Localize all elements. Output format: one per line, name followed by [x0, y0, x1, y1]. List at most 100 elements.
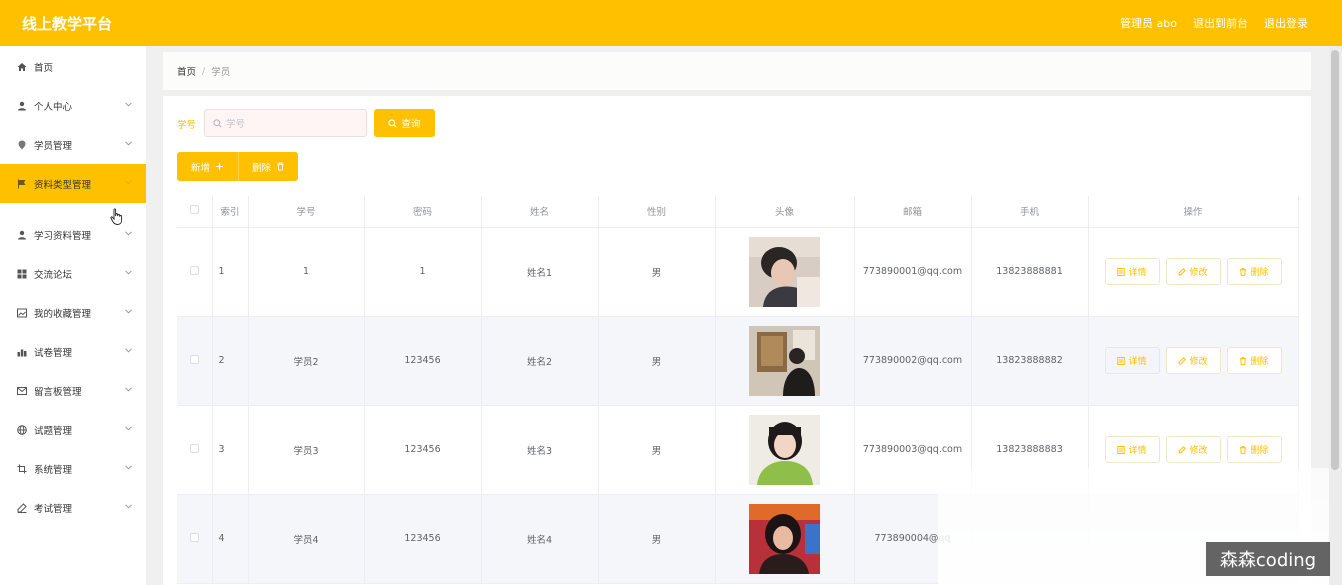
cell-avatar [715, 494, 855, 584]
query-button[interactable]: 查询 [374, 109, 435, 137]
avatar [749, 236, 820, 307]
cell-email: 773890001@qq.com [854, 227, 972, 317]
row-checkbox[interactable] [177, 405, 213, 495]
row-checkbox[interactable] [177, 494, 213, 584]
top-bar: 线上教学平台 管理员 abo 退出到前台 退出登录 [0, 0, 1342, 46]
sidebar-item-label: 系统管理 [34, 464, 73, 476]
sidebar-item-study-material-mgmt[interactable]: 学习资料管理 [0, 215, 146, 254]
flag-icon [16, 178, 27, 189]
delete-button[interactable]: 删除 [1226, 436, 1282, 463]
sidebar-item-paper-mgmt[interactable]: 试卷管理 [0, 332, 146, 371]
row-checkbox[interactable] [177, 316, 213, 406]
detail-button[interactable]: 详情 [1104, 258, 1160, 285]
grid-icon [16, 268, 27, 279]
sidebar-item-label: 资料类型管理 [34, 179, 92, 191]
current-user: 管理员 abo [1120, 17, 1177, 30]
cell-gender: 男 [598, 494, 716, 584]
cell-index: 1 [212, 227, 249, 317]
cell-avatar [715, 316, 855, 406]
edit-label: 修改 [1189, 357, 1208, 367]
add-button[interactable]: 新增 [177, 152, 238, 181]
add-button-label: 新增 [190, 162, 210, 174]
batch-delete-button[interactable]: 删除 [238, 152, 298, 181]
detail-label: 详情 [1128, 357, 1147, 367]
query-button-label: 查询 [401, 119, 421, 130]
select-all-checkbox[interactable] [177, 196, 213, 228]
sidebar-item-label: 首页 [34, 62, 54, 74]
edit-button[interactable]: 修改 [1165, 258, 1221, 285]
sidebar-item-message-board-mgmt[interactable]: 留言板管理 [0, 371, 146, 410]
cell-password: 1 [364, 227, 482, 317]
delete-button[interactable]: 删除 [1226, 347, 1282, 374]
chevron-down-icon [125, 309, 132, 314]
delete-button[interactable]: 删除 [1226, 258, 1282, 285]
cell-password: 123456 [364, 316, 482, 406]
sidebar-item-forum[interactable]: 交流论坛 [0, 254, 146, 293]
search-icon [213, 118, 222, 127]
detail-label: 详情 [1128, 446, 1147, 456]
edit-button[interactable]: 修改 [1165, 347, 1221, 374]
trash-icon [1240, 445, 1247, 454]
detail-button[interactable]: 详情 [1104, 436, 1160, 463]
exit-to-front-link[interactable]: 退出到前台 [1193, 15, 1248, 31]
chevron-down-icon [125, 270, 132, 275]
cell-student-no: 学员4 [248, 494, 365, 584]
sidebar-item-label: 交流论坛 [34, 269, 73, 281]
sidebar-item-home[interactable]: 首页 [0, 47, 146, 86]
document-icon [1117, 267, 1126, 276]
trash-icon [1240, 267, 1247, 276]
cell-actions: 详情 修改 删除 [1088, 316, 1299, 406]
search-label: 学号 [177, 120, 197, 131]
chart-icon [16, 346, 27, 357]
user-icon [16, 100, 27, 111]
detail-button[interactable]: 详情 [1104, 347, 1160, 374]
sidebar-item-exam-mgmt[interactable]: 考试管理 [0, 488, 146, 527]
chevron-down-icon [125, 102, 132, 107]
sidebar-item-question-mgmt[interactable]: 试题管理 [0, 410, 146, 449]
user-icon [16, 229, 27, 240]
column-header: 姓名 [481, 196, 599, 228]
row-checkbox[interactable] [177, 227, 213, 317]
column-header: 学号 [248, 196, 365, 228]
detail-label: 详情 [1128, 268, 1147, 278]
breadcrumb-home[interactable]: 首页 [177, 64, 196, 78]
column-header: 手机 [971, 196, 1089, 228]
search-input[interactable]: 学号 [204, 109, 367, 137]
sidebar-item-personal-center[interactable]: 个人中心 [0, 86, 146, 125]
edit-label: 修改 [1189, 268, 1208, 278]
sidebar-item-label: 试题管理 [34, 425, 73, 437]
cell-name: 姓名1 [481, 227, 599, 317]
sidebar-item-material-type-mgmt[interactable]: 资料类型管理 [0, 164, 146, 203]
sidebar-item-student-mgmt[interactable]: 学员管理 [0, 125, 146, 164]
cell-phone: 13823888882 [971, 316, 1089, 406]
sidebar-item-label: 留言板管理 [34, 386, 82, 398]
logout-link[interactable]: 退出登录 [1264, 15, 1308, 31]
sidebar-item-label: 试卷管理 [34, 347, 73, 359]
chevron-down-icon [125, 180, 132, 185]
edit-icon [1179, 267, 1187, 275]
cell-student-no: 学员3 [248, 405, 365, 495]
sidebar-item-system-mgmt[interactable]: 系统管理 [0, 449, 146, 488]
cell-gender: 男 [598, 227, 716, 317]
chevron-down-icon [125, 348, 132, 353]
cell-email: 773890002@qq.com [854, 316, 972, 406]
cell-name: 姓名2 [481, 316, 599, 406]
chevron-down-icon [125, 426, 132, 431]
location-icon [16, 139, 27, 150]
table-header-row: 索引 学号 密码 姓名 性别 头像 邮箱 手机 操作 [177, 196, 1299, 228]
column-header: 邮箱 [854, 196, 972, 228]
trash-icon [277, 162, 284, 171]
edit-button[interactable]: 修改 [1165, 436, 1221, 463]
avatar [749, 503, 820, 574]
column-header: 操作 [1088, 196, 1299, 228]
edit-icon [1179, 356, 1187, 364]
batch-delete-label: 删除 [251, 162, 271, 174]
avatar [749, 414, 820, 485]
sidebar-item-favorites-mgmt[interactable]: 我的收藏管理 [0, 293, 146, 332]
cell-gender: 男 [598, 405, 716, 495]
breadcrumb-current: 学员 [211, 67, 231, 78]
column-header: 头像 [715, 196, 855, 228]
cell-actions: 详情 修改 删除 [1088, 227, 1299, 317]
scrollbar-thumb[interactable] [1331, 50, 1339, 470]
cell-phone: 13823888881 [971, 227, 1089, 317]
